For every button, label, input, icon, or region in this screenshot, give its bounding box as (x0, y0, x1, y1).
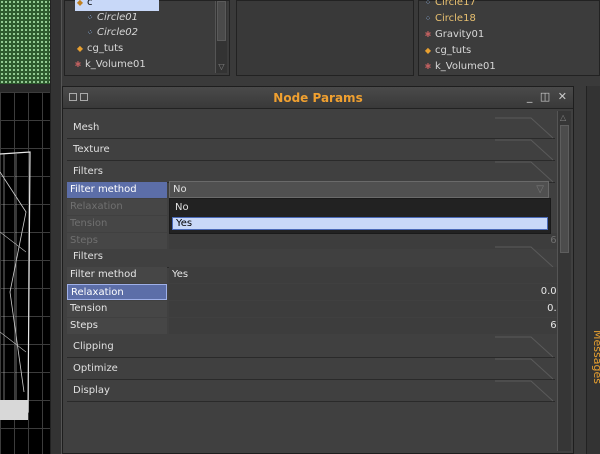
volume-icon: ✱ (74, 60, 82, 69)
param-value[interactable]: 0.05 (169, 284, 567, 300)
dropdown-option-no[interactable]: No (172, 202, 548, 215)
scroll-down-icon[interactable]: ▽ (217, 62, 226, 71)
window-title: Node Params (273, 91, 363, 105)
gravity-icon: ✱ (424, 30, 432, 39)
particle-cloud (0, 0, 50, 84)
tree-item[interactable]: ◆ cg_tuts (423, 43, 471, 59)
panel-splitter[interactable] (50, 0, 62, 454)
particle-icon: ⁘ (86, 13, 94, 22)
diamond-icon: ◆ (424, 46, 432, 55)
param-label: Tension (67, 301, 167, 317)
chevron-down-icon[interactable]: ▽ (536, 182, 544, 197)
param-label: Tension (67, 216, 167, 232)
param-label: Relaxation (67, 199, 167, 215)
tree-scrollbar[interactable]: ▽ (215, 1, 227, 73)
section-filters[interactable]: Filters (67, 246, 555, 268)
param-tension[interactable]: Tension 0.0 (67, 301, 567, 318)
param-value[interactable]: 0.0 (169, 301, 567, 317)
tree-item[interactable]: ✱ k_Volume01 (423, 59, 496, 75)
title-bar[interactable]: Node Params _ ◫ ✕ (63, 87, 573, 109)
section-edge (495, 246, 554, 268)
node-params-window: Node Params _ ◫ ✕ Mesh Texture Filters F… (62, 86, 574, 454)
scroll-thumb[interactable] (217, 1, 226, 41)
tree-item[interactable]: ⁘ Circle18 (423, 11, 476, 27)
section-edge (495, 358, 554, 380)
viewport-top[interactable] (0, 0, 50, 84)
param-label: Relaxation (67, 284, 167, 300)
param-relaxation[interactable]: Relaxation 0.05 (67, 284, 567, 301)
scene-tree-right[interactable]: ⁘ Circle17 ⁘ Circle18 ✱ Gravity01 ◆ cg_tuts … (418, 0, 600, 76)
tree-item[interactable]: ✱ k_Volume01 (73, 57, 146, 73)
window-controls[interactable]: _ ◫ ✕ (527, 90, 569, 103)
section-filters[interactable]: Filters (67, 161, 555, 183)
param-filter-method[interactable]: Filter method Yes (67, 267, 567, 284)
param-steps[interactable]: Steps 64 (67, 318, 567, 335)
filter-method-dropdown[interactable]: No Yes (169, 198, 551, 234)
scroll-up-icon[interactable]: △ (560, 113, 566, 122)
params-scrollbar[interactable]: △ (557, 111, 571, 451)
param-value[interactable]: 64 (169, 318, 567, 334)
tree-item[interactable]: ◆ cg_tuts (75, 41, 123, 57)
section-edge (495, 161, 554, 183)
section-edge (495, 336, 554, 358)
volume-icon: ✱ (424, 62, 432, 71)
param-label: Filter method (67, 182, 167, 198)
viewport-bottom[interactable] (0, 92, 50, 454)
viewport-divider (0, 84, 50, 92)
tree-item[interactable]: ✱ Gravity01 (423, 27, 485, 43)
param-label: Filter method (67, 267, 167, 283)
scroll-thumb[interactable] (560, 125, 569, 253)
param-value[interactable]: Yes (169, 267, 567, 283)
group-icon: ◆ (76, 0, 84, 7)
tree-item[interactable]: ⁘ Circle02 (85, 25, 138, 41)
section-mesh[interactable]: Mesh (67, 117, 555, 139)
tree-item[interactable]: ⁘ Circle17 (423, 0, 476, 11)
messages-tab[interactable]: Messages (584, 330, 600, 400)
section-edge (495, 380, 554, 402)
particle-icon: ⁘ (86, 28, 94, 37)
section-clipping[interactable]: Clipping (67, 336, 555, 358)
diamond-icon: ◆ (76, 44, 84, 53)
section-edge (495, 117, 554, 139)
wireframe-mesh (0, 151, 31, 420)
scene-tree-left[interactable]: ◆ c ⁘ Circle01 ⁘ Circle02 ◆ cg_tuts ✱ k_Volum… (64, 0, 230, 76)
section-display[interactable]: Display (67, 380, 555, 402)
dropdown-option-yes[interactable]: Yes (172, 217, 548, 230)
filter-method-select[interactable]: No ▽ (169, 181, 549, 198)
section-texture[interactable]: Texture (67, 139, 555, 161)
tree-item[interactable]: ⁘ Circle01 (85, 10, 138, 26)
particle-icon: ⁘ (424, 14, 432, 23)
section-optimize[interactable]: Optimize (67, 358, 555, 380)
particle-icon: ⁘ (424, 0, 432, 7)
section-edge (495, 139, 554, 161)
middle-panel (236, 0, 414, 76)
param-label: Steps (67, 318, 167, 334)
